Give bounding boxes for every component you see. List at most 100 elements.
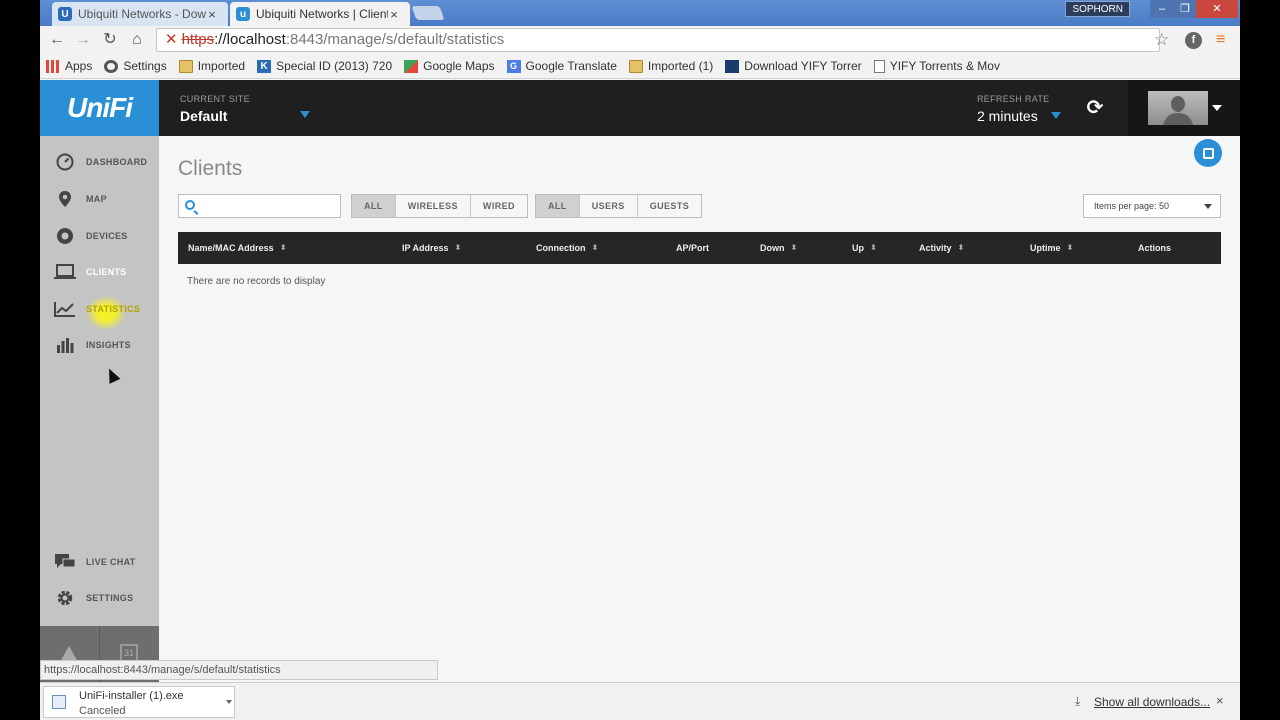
bookmark-apps[interactable]: Apps (46, 59, 92, 73)
back-button[interactable]: ← (46, 30, 68, 50)
app-topbar: UniFi CURRENT SITE Default REFRESH RATE … (40, 80, 1240, 136)
column-label: Activity (919, 243, 952, 253)
bookmark-yify-download[interactable]: Download YIFY Torrer (725, 59, 862, 73)
tab-close-icon[interactable]: × (388, 7, 400, 22)
page-title: Clients (178, 157, 243, 180)
devices-icon (54, 226, 76, 246)
unifi-favicon-icon: u (236, 7, 250, 21)
column-connection[interactable]: Connection ⬍ (536, 232, 598, 264)
user-filter: ALL USERS GUESTS (535, 194, 703, 218)
filter-all-connections[interactable]: ALL (352, 195, 395, 217)
sidebar-item-live-chat[interactable]: LIVE CHAT (40, 546, 159, 578)
bookmark-yify-torrents[interactable]: YIFY Torrents & Mov (873, 59, 1000, 73)
sidebar-item-settings[interactable]: SETTINGS (40, 582, 159, 614)
unifi-logo[interactable]: UniFi (40, 80, 159, 136)
items-per-page-select[interactable]: Items per page: 50 (1083, 194, 1221, 218)
sidebar-item-label: LIVE CHAT (86, 557, 136, 567)
chevron-down-icon[interactable] (1212, 105, 1222, 111)
home-button[interactable]: ⌂ (126, 30, 148, 50)
folder-icon (628, 59, 643, 73)
bookmark-google-translate[interactable]: G Google Translate (506, 59, 617, 73)
tab-title: Ubiquiti Networks | Client (256, 7, 388, 21)
sort-icon: ⬍ (279, 243, 287, 252)
sidebar-item-map[interactable]: MAP (40, 183, 159, 215)
sidebar-item-label: DASHBOARD (86, 157, 148, 167)
browser-user-chip[interactable]: SOPHORN (1065, 1, 1130, 17)
window-maximize-button[interactable]: ❐ (1174, 0, 1196, 18)
column-ap-port: AP/Port (676, 232, 709, 264)
chevron-down-icon[interactable] (300, 111, 310, 118)
forward-button[interactable]: → (72, 30, 94, 50)
tab-title: Ubiquiti Networks - Down (78, 7, 206, 21)
sort-icon: ⬍ (1066, 243, 1074, 252)
bookmark-settings[interactable]: Settings (104, 59, 167, 73)
refresh-icon[interactable]: ⟳ (1084, 97, 1106, 119)
translate-icon: G (506, 59, 521, 73)
filter-wireless[interactable]: WIRELESS (394, 195, 470, 217)
bookmark-star-icon[interactable]: ☆ (1154, 30, 1169, 50)
bookmark-label: Special ID (2013) 720 (276, 59, 393, 73)
column-actions: Actions (1138, 232, 1171, 264)
maps-icon (404, 59, 419, 73)
reload-button[interactable]: ↻ (99, 30, 121, 50)
column-label: Uptime (1030, 243, 1061, 253)
sidebar-item-dashboard[interactable]: DASHBOARD (40, 146, 159, 178)
filter-users[interactable]: USERS (578, 195, 637, 217)
sidebar-item-clients[interactable]: CLIENTS (40, 256, 159, 288)
avatar[interactable] (1148, 91, 1208, 125)
show-all-downloads-link[interactable]: Show all downloads... (1094, 695, 1210, 709)
extension-icon[interactable]: f (1185, 32, 1202, 49)
chevron-down-icon (1204, 204, 1212, 209)
column-up[interactable]: Up ⬍ (852, 232, 877, 264)
bookmark-google-maps[interactable]: Google Maps (404, 59, 495, 73)
column-ip-address[interactable]: IP Address ⬍ (402, 232, 461, 264)
sidebar-item-statistics[interactable]: STATISTICS (40, 293, 159, 325)
address-bar[interactable]: ✕ https://localhost:8443/manage/s/default… (156, 28, 1160, 52)
bookmark-label: Imported (197, 59, 246, 73)
sidebar-item-insights[interactable]: INSIGHTS (40, 329, 159, 361)
search-input[interactable] (201, 197, 337, 215)
column-name-mac[interactable]: Name/MAC Address ⬍ (188, 232, 286, 264)
column-activity[interactable]: Activity ⬍ (919, 232, 964, 264)
bookmark-label: Imported (1) (647, 59, 714, 73)
browser-menu-icon[interactable]: ≡ (1216, 31, 1230, 49)
chevron-down-icon[interactable] (1051, 112, 1061, 119)
bookmark-imported[interactable]: Imported (178, 59, 246, 73)
line-chart-icon (54, 299, 76, 319)
sidebar: DASHBOARD MAP DEVICES CLIENTS STATISTICS… (40, 136, 159, 682)
filter-wired[interactable]: WIRED (469, 195, 527, 217)
sidebar-item-devices[interactable]: DEVICES (40, 220, 159, 252)
column-uptime[interactable]: Uptime ⬍ (1030, 232, 1073, 264)
bookmark-label: YIFY Torrents & Mov (889, 59, 1000, 73)
bookmark-imported-1[interactable]: Imported (1) (628, 59, 714, 73)
export-button[interactable] (1194, 139, 1222, 167)
bookmark-special-id[interactable]: K Special ID (2013) 720 (257, 59, 392, 73)
bookmark-label: Settings (123, 59, 167, 73)
user-menu[interactable] (1128, 80, 1240, 136)
sidebar-item-label: STATISTICS (86, 304, 141, 314)
chat-icon (54, 552, 76, 572)
clients-table-header: Name/MAC Address ⬍ IP Address ⬍ Connection… (178, 232, 1221, 264)
filter-guests[interactable]: GUESTS (636, 195, 702, 217)
export-icon (1202, 147, 1214, 159)
empty-state-text: There are no records to display (187, 276, 326, 287)
column-label: Up (852, 243, 864, 253)
refresh-rate-label: REFRESH RATE (977, 94, 1050, 104)
browser-tab-clients[interactable]: u Ubiquiti Networks | Client × (230, 2, 410, 26)
bookmark-label: Google Translate (525, 59, 617, 73)
current-site-select[interactable]: Default (180, 108, 227, 124)
window-close-button[interactable]: ✕ (1196, 0, 1238, 18)
column-down[interactable]: Down ⬍ (760, 232, 797, 264)
window-minimize-button[interactable]: – (1150, 0, 1174, 18)
new-tab-button[interactable] (411, 6, 445, 20)
filter-all-users[interactable]: ALL (536, 195, 579, 217)
close-downloads-icon[interactable]: × (1216, 693, 1224, 708)
search-field[interactable] (178, 194, 341, 218)
column-label: Actions (1138, 243, 1172, 253)
chevron-down-icon[interactable] (226, 700, 232, 704)
refresh-rate-select[interactable]: 2 minutes (977, 108, 1038, 124)
download-item[interactable]: UniFi-installer (1).exe Canceled (43, 686, 235, 718)
tab-close-icon[interactable]: × (206, 7, 218, 22)
download-filename: UniFi-installer (1).exe (79, 690, 184, 702)
browser-tab-downloads[interactable]: U Ubiquiti Networks - Down × (52, 2, 228, 26)
